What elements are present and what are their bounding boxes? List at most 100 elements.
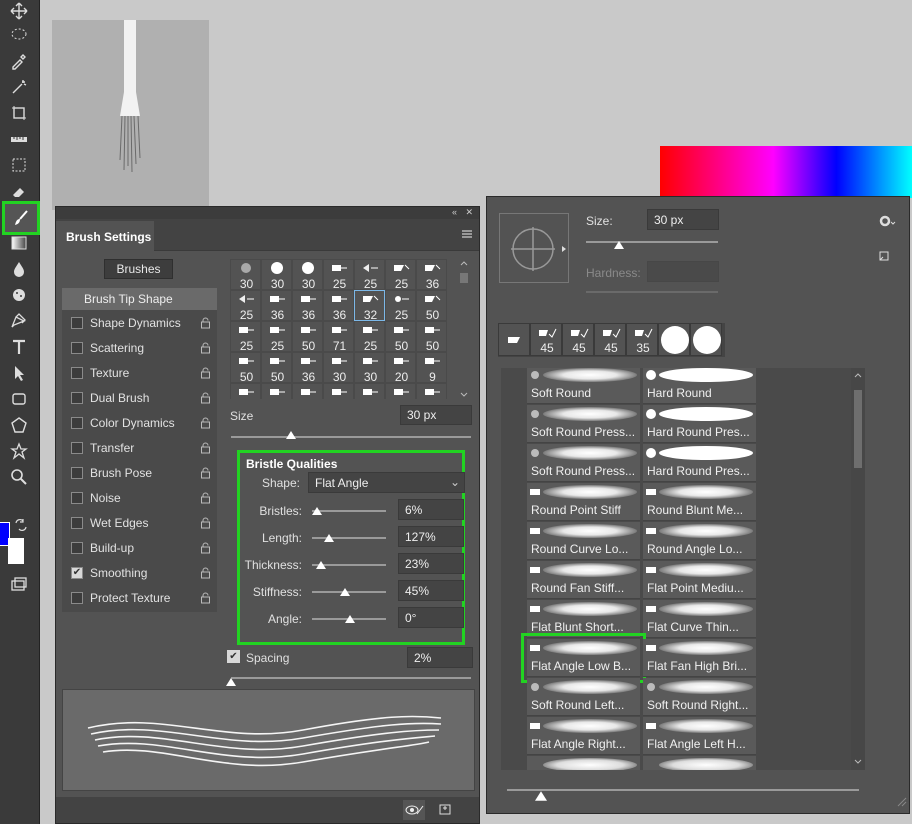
lock-icon[interactable] [200,392,211,404]
option-shape-dynamics[interactable]: Shape Dynamics [62,310,217,335]
brush-list-item[interactable]: Flat Angle Left H... [643,717,756,755]
option-protect-texture[interactable]: Protect Texture [62,585,217,610]
length-field[interactable]: 127% [398,526,464,547]
brush-preset-cell[interactable]: 25 [354,321,385,353]
size-field[interactable]: 30 px [400,405,472,425]
collapse-icon[interactable]: « [452,207,457,217]
brush-list-item[interactable]: Hard Round Pres... [643,444,756,482]
blur-drop-icon[interactable] [8,258,30,280]
brush-list-item[interactable]: Flat Angle Low B... [521,633,646,683]
brush-list-scrollbar[interactable] [851,368,865,770]
option-brush-pose[interactable]: Brush Pose [62,460,217,485]
brush-list-item[interactable]: Soft Round Press... [527,444,640,482]
brush-preset-cell[interactable]: 25 [385,290,416,322]
brush-preset-cell[interactable]: 50 [416,290,447,322]
lock-icon[interactable] [200,517,211,529]
preview-size-slider-track[interactable] [507,789,859,791]
new-brush-icon[interactable] [438,802,452,816]
gradient-icon[interactable] [8,232,30,254]
length-slider-thumb[interactable] [324,534,334,542]
brush-list-item[interactable]: Round Point Stiff [527,483,640,521]
thickness-field[interactable]: 23% [398,553,464,574]
angle-slider-thumb[interactable] [345,615,355,623]
option-checkbox[interactable] [71,317,83,329]
recent-brush-cell[interactable]: 45 [530,323,562,356]
brush-preset-cell[interactable]: 36 [416,259,447,291]
option-checkbox[interactable] [71,392,83,404]
option-transfer[interactable]: Transfer [62,435,217,460]
brushes-button[interactable]: Brushes [104,259,173,279]
angle-field[interactable]: 0° [398,607,464,628]
brush-list-item[interactable] [527,756,640,770]
eyedropper-icon[interactable] [8,50,30,72]
brush-preset-cell[interactable] [261,383,292,399]
ruler-icon[interactable] [8,128,30,150]
brush-preset-cell[interactable]: 30 [292,259,323,291]
brush-tip-shape-item[interactable]: Brush Tip Shape [62,288,217,310]
spacing-checkbox[interactable]: ✔ [227,650,240,663]
brush-list-item[interactable]: Soft Round [527,368,640,404]
brush-preset-cell[interactable]: 25 [261,321,292,353]
brush-list-item[interactable] [643,756,756,770]
brush-icon[interactable] [2,201,40,235]
crop-icon[interactable] [8,102,30,124]
recent-brush-cell[interactable]: 35 [626,323,658,356]
bristles-field[interactable]: 6% [398,499,464,520]
lock-icon[interactable] [200,367,211,379]
rectangle-icon[interactable] [8,388,30,410]
lock-icon[interactable] [200,542,211,554]
option-checkbox[interactable] [71,467,83,479]
option-checkbox[interactable] [71,592,83,604]
brush-preset-cell[interactable]: 30 [323,352,354,384]
brush-preset-cell[interactable] [416,383,447,399]
picker-hardness-track[interactable] [586,291,718,293]
lock-icon[interactable] [200,567,211,579]
option-checkbox[interactable] [71,542,83,554]
brush-preset-cell[interactable]: 32 [354,290,385,322]
recent-brush-round[interactable] [658,323,690,356]
option-build-up[interactable]: Build-up [62,535,217,560]
zoom-icon[interactable] [8,466,30,488]
toggle-live-tip-icon[interactable] [403,800,425,820]
option-checkbox[interactable]: ✔ [71,567,83,579]
picker-size-slider-thumb[interactable] [614,241,624,249]
brush-preset-cell[interactable]: 30 [230,259,261,291]
option-checkbox[interactable] [71,367,83,379]
thickness-slider-thumb[interactable] [316,561,326,569]
brush-list-item[interactable]: Hard Round [643,368,756,404]
selection-arrow-icon[interactable] [8,362,30,384]
brush-preset-cell[interactable]: 50 [416,321,447,353]
size-slider-track[interactable] [231,436,471,438]
background-color-swatch[interactable] [8,538,24,564]
brush-preset-cell[interactable]: 25 [230,290,261,322]
screen-mode-icon[interactable] [8,574,30,596]
picker-size-field[interactable]: 30 px [647,209,719,230]
brush-preset-cell[interactable]: 71 [323,321,354,353]
brush-preset-cell[interactable]: 25 [354,259,385,291]
gear-icon[interactable] [878,214,896,228]
option-checkbox[interactable] [71,342,83,354]
brush-list-item[interactable]: Flat Fan High Bri... [643,639,756,677]
option-smoothing[interactable]: ✔ Smoothing [62,560,217,585]
recent-brush-current[interactable] [498,323,530,356]
tab-brush-settings[interactable]: Brush Settings [56,221,154,251]
picker-hardness-field[interactable] [647,261,719,282]
brush-preset-cell[interactable]: 25 [323,259,354,291]
brush-preset-cell[interactable]: 20 [385,352,416,384]
new-preset-icon[interactable] [878,250,890,262]
brush-preset-cell[interactable]: 9 [416,352,447,384]
brush-list-item[interactable]: Flat Point Mediu... [643,561,756,599]
brush-list-item[interactable]: Flat Curve Thin... [643,600,756,638]
preview-size-slider-thumb[interactable] [535,791,547,801]
shape-select[interactable]: Flat Angle ⌄ [308,472,465,493]
preset-grid-scrollbar[interactable] [458,259,470,399]
lasso-icon[interactable] [8,24,30,46]
swap-colors-icon[interactable] [14,518,28,532]
brush-preset-cell[interactable]: 36 [323,290,354,322]
pen-icon[interactable] [8,310,30,332]
brush-list-item[interactable]: Round Fan Stiff... [527,561,640,599]
type-icon[interactable] [8,336,30,358]
brush-preset-cell[interactable]: 36 [292,290,323,322]
brush-list-item[interactable]: Round Curve Lo... [527,522,640,560]
recent-brush-cell[interactable]: 45 [594,323,626,356]
